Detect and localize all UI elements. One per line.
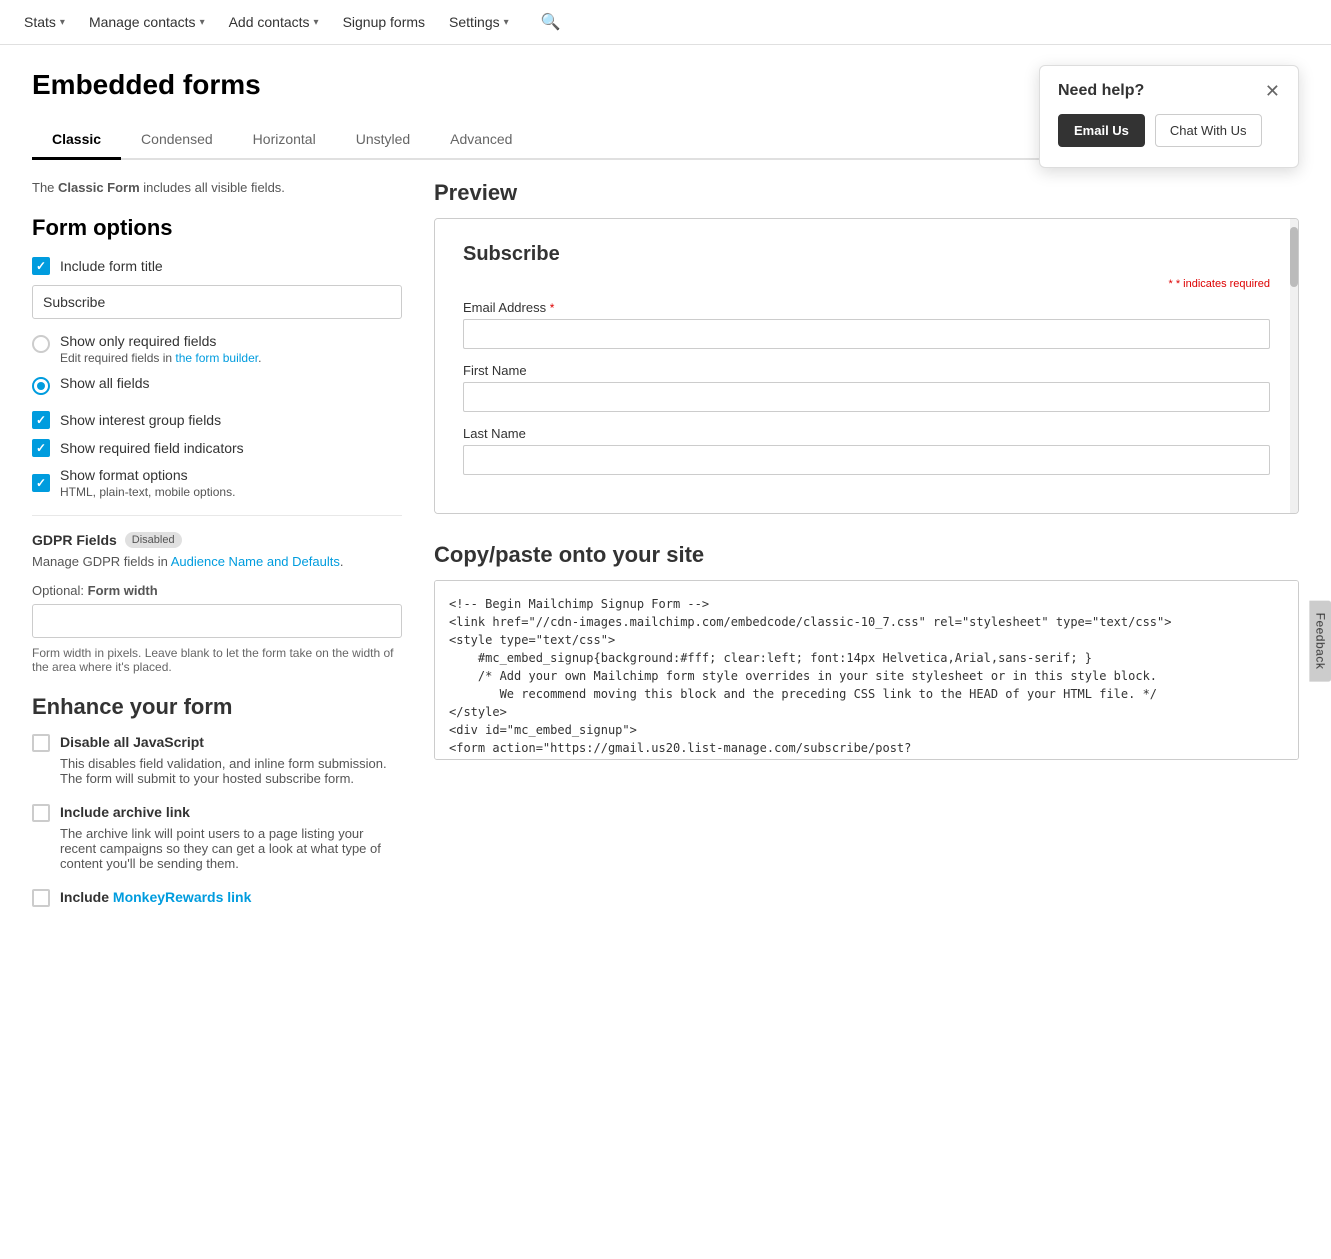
copy-paste-title: Copy/paste onto your site bbox=[434, 542, 1299, 568]
chevron-down-icon: ▾ bbox=[200, 17, 205, 28]
code-content: <!-- Begin Mailchimp Signup Form --> <li… bbox=[449, 595, 1284, 760]
include-form-title-label: Include form title bbox=[60, 258, 163, 274]
enhance-title: Enhance your form bbox=[32, 694, 402, 720]
need-help-popup: Need help? ✕ Email Us Chat With Us bbox=[1039, 65, 1299, 168]
code-box[interactable]: <!-- Begin Mailchimp Signup Form --> <li… bbox=[434, 580, 1299, 760]
nav-signup-forms[interactable]: Signup forms bbox=[343, 14, 425, 30]
show-only-required-sublabel: Edit required fields in the form builder… bbox=[60, 351, 261, 365]
popup-header: Need help? ✕ bbox=[1058, 82, 1280, 100]
search-icon[interactable]: 🔍 bbox=[541, 12, 561, 32]
form-width-label: Optional: Form width bbox=[32, 583, 402, 598]
show-all-fields-row: Show all fields bbox=[32, 375, 402, 395]
show-interest-group-checkbox[interactable]: ✓ bbox=[32, 411, 50, 429]
tab-condensed[interactable]: Condensed bbox=[121, 121, 233, 160]
nav-add-contacts[interactable]: Add contacts ▾ bbox=[229, 14, 319, 30]
gdpr-description: Manage GDPR fields in Audience Name and … bbox=[32, 554, 402, 569]
enhance-monkey-rewards: Include MonkeyRewards link bbox=[32, 889, 402, 907]
gdpr-audience-link[interactable]: Audience Name and Defaults bbox=[171, 554, 340, 569]
show-format-options-label: Show format options bbox=[60, 467, 188, 483]
monkey-rewards-label: Include MonkeyRewards link bbox=[60, 889, 251, 905]
tab-horizontal[interactable]: Horizontal bbox=[233, 121, 336, 160]
monkey-rewards-checkbox[interactable] bbox=[32, 889, 50, 907]
chevron-down-icon: ▾ bbox=[504, 17, 509, 28]
right-column: Preview Subscribe * * indicates required… bbox=[434, 180, 1299, 760]
show-interest-group-label: Show interest group fields bbox=[60, 412, 221, 428]
form-width-input[interactable] bbox=[32, 604, 402, 638]
gdpr-row: GDPR Fields Disabled bbox=[32, 532, 402, 548]
preview-form-heading: Subscribe bbox=[463, 243, 1270, 266]
form-builder-link[interactable]: the form builder bbox=[175, 351, 258, 365]
form-title-input[interactable] bbox=[32, 285, 402, 319]
enhance-disable-js: Disable all JavaScript This disables fie… bbox=[32, 734, 402, 786]
preview-scrollbar[interactable] bbox=[1290, 219, 1298, 513]
form-width-hint: Form width in pixels. Leave blank to let… bbox=[32, 646, 402, 674]
feedback-tab[interactable]: Feedback bbox=[1310, 600, 1331, 681]
show-interest-group-row: ✓ Show interest group fields bbox=[32, 411, 402, 429]
chevron-down-icon: ▾ bbox=[60, 17, 65, 28]
nav-manage-contacts[interactable]: Manage contacts ▾ bbox=[89, 14, 205, 30]
preview-title: Preview bbox=[434, 180, 1299, 206]
archive-link-checkbox[interactable] bbox=[32, 804, 50, 822]
left-column: The Classic Form includes all visible fi… bbox=[32, 180, 402, 925]
preview-firstname-field: First Name bbox=[463, 363, 1270, 412]
tab-advanced[interactable]: Advanced bbox=[430, 121, 532, 160]
monkey-rewards-link[interactable]: MonkeyRewards link bbox=[113, 889, 252, 905]
show-only-required-radio[interactable] bbox=[32, 335, 50, 353]
nav-stats[interactable]: Stats ▾ bbox=[24, 14, 65, 30]
gdpr-badge: Disabled bbox=[125, 532, 182, 548]
preview-email-label: Email Address * bbox=[463, 300, 1270, 315]
show-all-fields-radio[interactable] bbox=[32, 377, 50, 395]
preview-lastname-label: Last Name bbox=[463, 426, 1270, 441]
content-area: The Classic Form includes all visible fi… bbox=[32, 180, 1299, 925]
include-form-title-row: ✓ Include form title bbox=[32, 257, 402, 275]
show-format-options-row: ✓ Show format options HTML, plain-text, … bbox=[32, 467, 402, 499]
preview-lastname-input bbox=[463, 445, 1270, 475]
archive-link-desc: The archive link will point users to a p… bbox=[32, 826, 402, 871]
show-only-required-label: Show only required fields bbox=[60, 333, 261, 349]
preview-firstname-input bbox=[463, 382, 1270, 412]
tab-unstyled[interactable]: Unstyled bbox=[336, 121, 430, 160]
preview-firstname-label: First Name bbox=[463, 363, 1270, 378]
enhance-archive-link: Include archive link The archive link wi… bbox=[32, 804, 402, 871]
show-required-indicators-row: ✓ Show required field indicators bbox=[32, 439, 402, 457]
preview-email-input bbox=[463, 319, 1270, 349]
popup-title: Need help? bbox=[1058, 82, 1144, 100]
disable-js-checkbox[interactable] bbox=[32, 734, 50, 752]
preview-email-field: Email Address * bbox=[463, 300, 1270, 349]
include-form-title-checkbox[interactable]: ✓ bbox=[32, 257, 50, 275]
preview-inner: Subscribe * * indicates required Email A… bbox=[435, 219, 1298, 513]
preview-lastname-field: Last Name bbox=[463, 426, 1270, 475]
show-all-fields-label: Show all fields bbox=[60, 375, 150, 391]
show-required-indicators-label: Show required field indicators bbox=[60, 440, 244, 456]
tab-classic[interactable]: Classic bbox=[32, 121, 121, 160]
show-required-indicators-checkbox[interactable]: ✓ bbox=[32, 439, 50, 457]
main-content: Need help? ✕ Email Us Chat With Us Embed… bbox=[0, 45, 1331, 949]
format-options-sublabel: HTML, plain-text, mobile options. bbox=[60, 485, 235, 499]
nav-settings[interactable]: Settings ▾ bbox=[449, 14, 509, 30]
chat-with-us-button[interactable]: Chat With Us bbox=[1155, 114, 1262, 147]
archive-link-label: Include archive link bbox=[60, 804, 190, 820]
show-format-options-checkbox[interactable]: ✓ bbox=[32, 474, 50, 492]
classic-description: The Classic Form includes all visible fi… bbox=[32, 180, 402, 195]
preview-box: Subscribe * * indicates required Email A… bbox=[434, 218, 1299, 514]
gdpr-title: GDPR Fields bbox=[32, 532, 117, 548]
disable-js-desc: This disables field validation, and inli… bbox=[32, 756, 402, 786]
show-only-required-row: Show only required fields Edit required … bbox=[32, 333, 402, 365]
chevron-down-icon: ▾ bbox=[314, 17, 319, 28]
top-nav: Stats ▾ Manage contacts ▾ Add contacts ▾… bbox=[0, 0, 1331, 45]
close-button[interactable]: ✕ bbox=[1265, 82, 1280, 100]
preview-required-note: * * indicates required bbox=[463, 278, 1270, 290]
form-options-title: Form options bbox=[32, 215, 402, 241]
disable-js-label: Disable all JavaScript bbox=[60, 734, 204, 750]
email-us-button[interactable]: Email Us bbox=[1058, 114, 1145, 147]
popup-buttons: Email Us Chat With Us bbox=[1058, 114, 1280, 147]
